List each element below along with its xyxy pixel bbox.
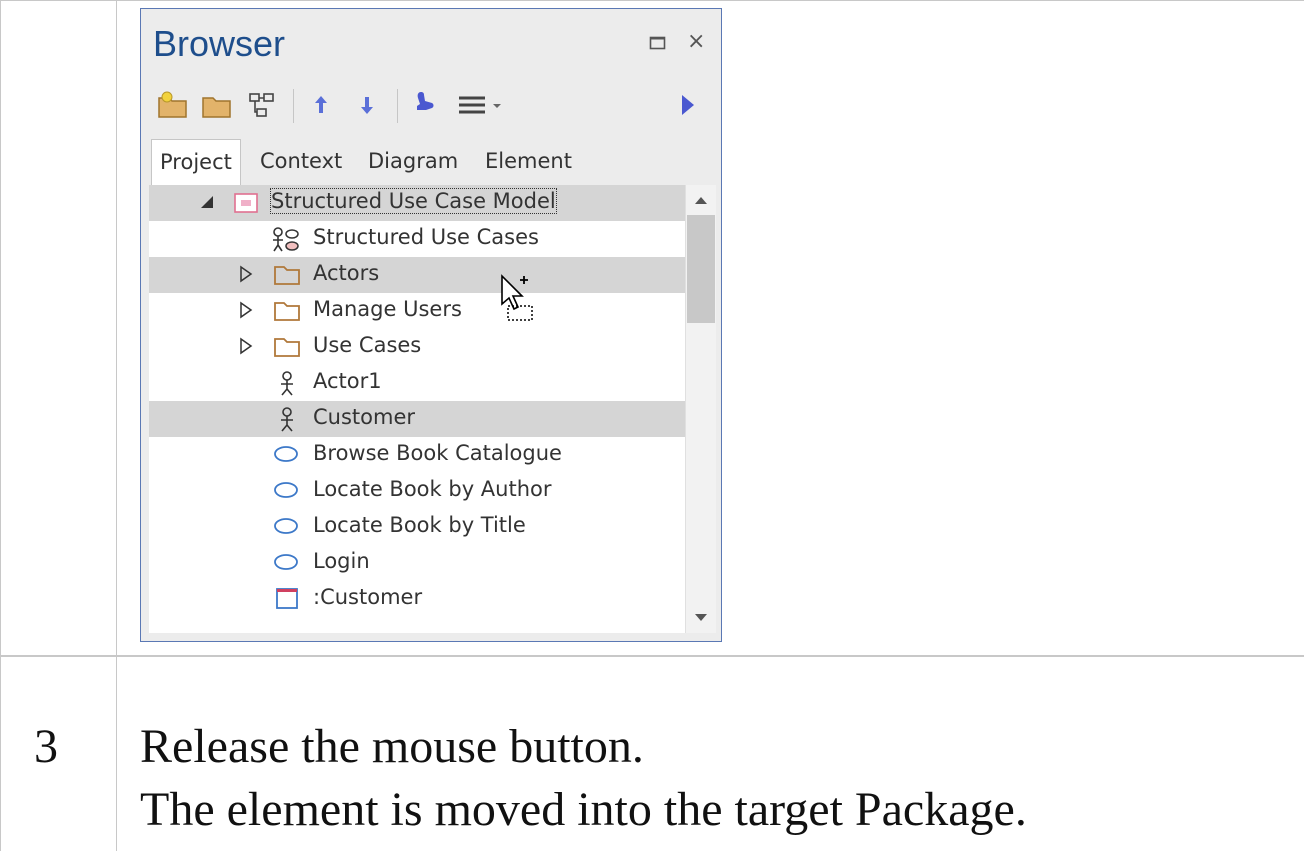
step-number: 3 [34,720,58,773]
project-tree: Structured Use Case Model Structured Use… [149,185,685,633]
collapse-triangle-icon[interactable] [199,194,215,215]
browser-title: Browser [153,23,286,64]
model-icon [233,191,258,215]
tree-item-login[interactable]: Login [149,545,685,581]
close-icon[interactable]: × [687,29,705,54]
tree-item-browse-book-catalogue[interactable]: Browse Book Catalogue [149,437,685,473]
tree-item-locate-book-by-title[interactable]: Locate Book by Title [149,509,685,545]
instance-icon [275,587,299,611]
table-row-divider [0,655,1304,657]
browser-toolbar [141,79,721,133]
tree-item-label: Use Cases [313,333,422,357]
step-line-1: Release the mouse button. [140,720,644,773]
table-border-left [0,0,1,851]
tree-item-label: Actors [313,261,380,285]
tree-item-actors[interactable]: Actors [149,257,685,293]
expand-triangle-icon[interactable] [239,301,253,324]
use-case-icon [273,515,301,539]
browser-window: Browser × Project Context Diagram Elemen… [140,8,722,642]
tree-item-label: Manage Users [313,297,462,321]
tree-item-label: :Customer [313,585,423,609]
pin-icon[interactable] [409,89,439,121]
diagram-icon[interactable] [247,89,277,121]
tree-item-label: Actor1 [313,369,382,393]
tab-context[interactable]: Context [260,139,342,184]
use-case-icon [273,443,301,467]
tree-item-actor1[interactable]: Actor1 [149,365,685,401]
tree-item-label: Structured Use Case Model [270,188,557,214]
tree-item-label: Browse Book Catalogue [313,441,562,465]
table-border-top [0,0,1304,1]
tab-diagram[interactable]: Diagram [368,139,458,184]
use-case-diagram-icon [271,227,301,252]
tree-item-customer[interactable]: Customer [149,401,685,437]
actor-icon [277,407,301,432]
tab-project[interactable]: Project [151,139,241,185]
arrow-up-icon[interactable] [309,89,333,121]
step-line-2: The element is moved into the target Pac… [140,783,1027,836]
toolbar-separator [397,89,398,123]
scrollbar-thumb[interactable] [687,215,715,323]
toolbar-separator [293,89,294,123]
tree-item-use-cases[interactable]: Use Cases [149,329,685,365]
use-case-icon [273,551,301,575]
scroll-down-icon[interactable] [686,603,716,633]
table-column-divider [116,0,117,851]
menu-icon[interactable] [457,89,505,121]
tree-item-label: Structured Use Cases [313,225,539,249]
tree-item-structured-use-cases[interactable]: Structured Use Cases [149,221,685,257]
tree-item-manage-users[interactable]: Manage Users [149,293,685,329]
use-case-icon [273,479,301,503]
drag-copy-cursor-icon [498,272,538,328]
browser-tabs: Project Context Diagram Element [141,133,721,185]
tree-item-label: Locate Book by Title [313,513,526,537]
scroll-up-icon[interactable] [686,185,716,215]
tab-element[interactable]: Element [485,139,572,184]
browser-titlebar: Browser × [141,9,721,79]
tree-scrollbar[interactable] [685,185,716,633]
folder-icon [273,263,300,287]
new-package-icon[interactable] [157,89,189,121]
expand-triangle-icon[interactable] [239,265,253,288]
folder-icon [273,335,300,359]
expand-right-icon[interactable] [677,89,697,121]
tree-item-label: Locate Book by Author [313,477,552,501]
folder-icon [273,299,300,323]
maximize-icon[interactable] [649,31,667,56]
tree-item-structured-use-case-model[interactable]: Structured Use Case Model [149,185,685,221]
actor-icon [277,371,301,396]
tree-item-label: Customer [313,405,416,429]
tree-item-locate-book-by-author[interactable]: Locate Book by Author [149,473,685,509]
folder-icon[interactable] [201,89,233,121]
tree-item-customer-instance[interactable]: :Customer [149,581,685,617]
expand-triangle-icon[interactable] [239,337,253,360]
arrow-down-icon[interactable] [355,89,379,121]
tree-item-label: Login [313,549,370,573]
